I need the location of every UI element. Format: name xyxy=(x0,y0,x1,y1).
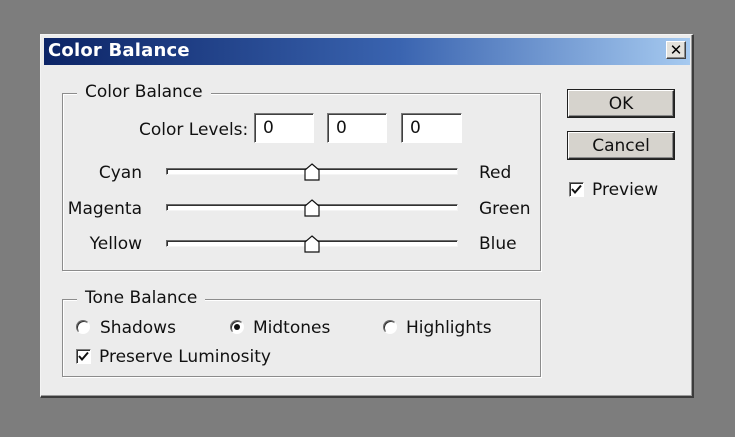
checkmark-icon xyxy=(78,351,89,362)
preserve-luminosity-checkbox[interactable] xyxy=(76,349,91,364)
slider-red-label: Red xyxy=(479,163,512,183)
slider-yellow-label: Yellow xyxy=(89,234,142,254)
slider-blue-label: Blue xyxy=(479,234,517,254)
radio-midtones-label[interactable]: Midtones xyxy=(253,318,330,338)
preserve-luminosity-label[interactable]: Preserve Luminosity xyxy=(99,347,271,367)
slider-cyan-label: Cyan xyxy=(98,163,142,183)
radio-highlights-label[interactable]: Highlights xyxy=(406,318,492,338)
close-button[interactable]: ✕ xyxy=(666,41,686,59)
cancel-button[interactable]: Cancel xyxy=(568,132,674,159)
color-level-input-2[interactable]: 0 xyxy=(327,113,387,143)
close-icon: ✕ xyxy=(669,40,683,59)
preview-checkbox[interactable] xyxy=(569,182,584,197)
color-level-input-3[interactable]: 0 xyxy=(401,113,462,143)
radio-shadows-label[interactable]: Shadows xyxy=(100,318,176,338)
radio-highlights[interactable] xyxy=(383,320,397,334)
title-bar[interactable]: Color Balance ✕ xyxy=(44,38,690,65)
preview-label[interactable]: Preview xyxy=(592,180,658,200)
radio-selected-dot xyxy=(234,324,240,330)
color-levels-label: Color Levels: xyxy=(139,120,249,140)
tone-balance-group-label: Tone Balance xyxy=(77,288,206,308)
radio-shadows[interactable] xyxy=(76,320,90,334)
radio-midtones[interactable] xyxy=(230,320,244,334)
checkmark-icon xyxy=(571,184,582,195)
color-balance-dialog: Color Balance ✕ Color Balance Color Leve… xyxy=(40,34,694,398)
color-balance-group-label: Color Balance xyxy=(77,82,211,102)
slider-green-label: Green xyxy=(479,199,531,219)
yellow-blue-slider-thumb[interactable] xyxy=(304,235,320,253)
magenta-green-slider-thumb[interactable] xyxy=(304,199,320,217)
dialog-title: Color Balance xyxy=(48,40,190,61)
color-level-input-1[interactable]: 0 xyxy=(254,113,314,143)
slider-magenta-label: Magenta xyxy=(67,199,142,219)
cyan-red-slider-thumb[interactable] xyxy=(304,163,320,181)
ok-button[interactable]: OK xyxy=(568,90,674,117)
